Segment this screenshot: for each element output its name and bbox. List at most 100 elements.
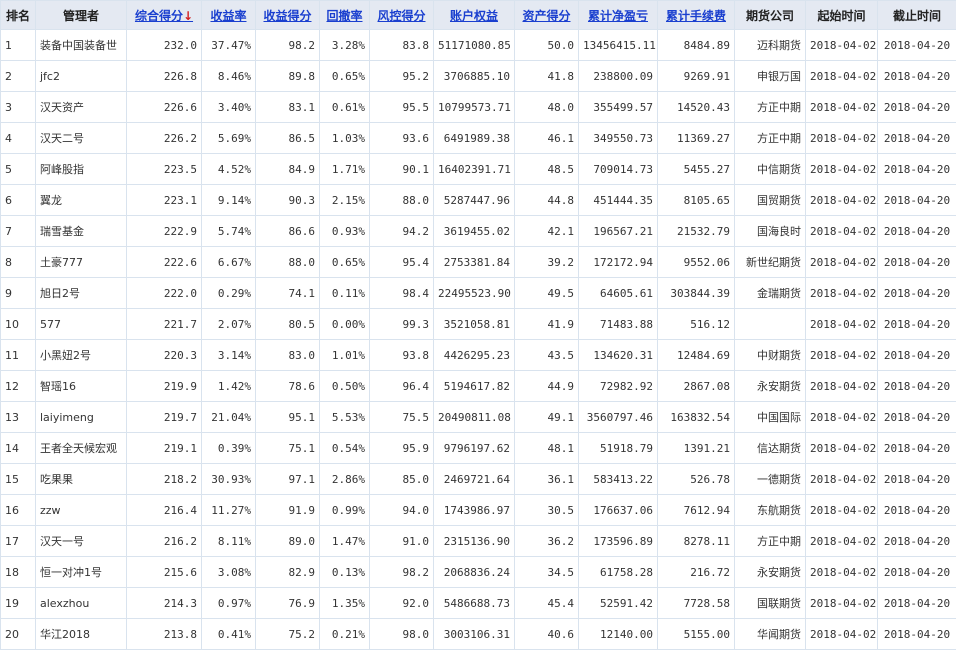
table-row[interactable]: 6翼龙223.19.14%90.32.15%88.05287447.9644.8… [1, 185, 956, 216]
cell-fees: 1391.21 [658, 433, 735, 464]
cell-end: 2018-04-20 [878, 619, 956, 650]
cell-equity: 3003106.31 [434, 619, 515, 650]
cell-start: 2018-04-02 [806, 309, 878, 340]
table-row[interactable]: 11小黑妞2号220.33.14%83.01.01%93.84426295.23… [1, 340, 956, 371]
cell-end: 2018-04-20 [878, 216, 956, 247]
cell-composite-score: 221.7 [127, 309, 202, 340]
cell-fees: 8278.11 [658, 526, 735, 557]
header-fees[interactable]: 累计手续费 [658, 1, 735, 30]
cell-composite-score: 219.1 [127, 433, 202, 464]
cell-net-profit: 51918.79 [579, 433, 658, 464]
header-rank: 排名 [1, 1, 36, 30]
table-row[interactable]: 16zzw216.411.27%91.90.99%94.01743986.973… [1, 495, 956, 526]
cell-asset-score: 36.1 [515, 464, 579, 495]
cell-yield-score: 74.1 [256, 278, 320, 309]
cell-manager: laiyimeng [36, 402, 127, 433]
cell-end: 2018-04-20 [878, 309, 956, 340]
table-row[interactable]: 2jfc2226.88.46%89.80.65%95.23706885.1041… [1, 61, 956, 92]
cell-yield-score: 86.6 [256, 216, 320, 247]
header-risk-score[interactable]: 风控得分 [370, 1, 434, 30]
cell-risk-score: 94.0 [370, 495, 434, 526]
cell-end: 2018-04-20 [878, 30, 956, 61]
cell-equity: 6491989.38 [434, 123, 515, 154]
table-row[interactable]: 9旭日2号222.00.29%74.10.11%98.422495523.904… [1, 278, 956, 309]
header-asset-score[interactable]: 资产得分 [515, 1, 579, 30]
cell-firm: 永安期货 [735, 371, 806, 402]
table-row[interactable]: 18恒一对冲1号215.63.08%82.90.13%98.22068836.2… [1, 557, 956, 588]
cell-equity: 22495523.90 [434, 278, 515, 309]
header-start: 起始时间 [806, 1, 878, 30]
header-net-profit[interactable]: 累计净盈亏 [579, 1, 658, 30]
cell-rank: 6 [1, 185, 36, 216]
cell-fees: 216.72 [658, 557, 735, 588]
table-row[interactable]: 7瑞雪基金222.95.74%86.60.93%94.23619455.0242… [1, 216, 956, 247]
cell-start: 2018-04-02 [806, 588, 878, 619]
table-row[interactable]: 1装备中国装备世232.037.47%98.23.28%83.851171080… [1, 30, 956, 61]
table-row[interactable]: 13laiyimeng219.721.04%95.15.53%75.520490… [1, 402, 956, 433]
cell-yield-score: 80.5 [256, 309, 320, 340]
table-row[interactable]: 4汉天二号226.25.69%86.51.03%93.66491989.3846… [1, 123, 956, 154]
cell-yield-rate: 2.07% [202, 309, 256, 340]
cell-drawdown: 1.03% [320, 123, 370, 154]
table-row[interactable]: 10577221.72.07%80.50.00%99.33521058.8141… [1, 309, 956, 340]
cell-drawdown: 0.50% [320, 371, 370, 402]
header-composite-score[interactable]: 综合得分↓ [127, 1, 202, 30]
ranking-table: 排名 管理者 综合得分↓ 收益率 收益得分 回撤率 风控得分 账户权益 资产得分… [0, 0, 956, 650]
cell-end: 2018-04-20 [878, 278, 956, 309]
cell-yield-rate: 3.40% [202, 92, 256, 123]
cell-rank: 20 [1, 619, 36, 650]
table-row[interactable]: 3汉天资产226.63.40%83.10.61%95.510799573.714… [1, 92, 956, 123]
header-equity[interactable]: 账户权益 [434, 1, 515, 30]
cell-yield-score: 84.9 [256, 154, 320, 185]
cell-drawdown: 1.47% [320, 526, 370, 557]
cell-yield-score: 75.2 [256, 619, 320, 650]
cell-yield-score: 86.5 [256, 123, 320, 154]
cell-asset-score: 48.1 [515, 433, 579, 464]
cell-fees: 7612.94 [658, 495, 735, 526]
cell-asset-score: 49.5 [515, 278, 579, 309]
cell-fees: 516.12 [658, 309, 735, 340]
table-row[interactable]: 5阿峰股指223.54.52%84.91.71%90.116402391.714… [1, 154, 956, 185]
cell-risk-score: 95.2 [370, 61, 434, 92]
cell-manager: alexzhou [36, 588, 127, 619]
cell-start: 2018-04-02 [806, 154, 878, 185]
cell-start: 2018-04-02 [806, 619, 878, 650]
cell-composite-score: 216.2 [127, 526, 202, 557]
table-row[interactable]: 19alexzhou214.30.97%76.91.35%92.05486688… [1, 588, 956, 619]
cell-manager: 577 [36, 309, 127, 340]
cell-end: 2018-04-20 [878, 557, 956, 588]
header-drawdown[interactable]: 回撤率 [320, 1, 370, 30]
cell-end: 2018-04-20 [878, 433, 956, 464]
cell-net-profit: 64605.61 [579, 278, 658, 309]
cell-fees: 5155.00 [658, 619, 735, 650]
cell-equity: 1743986.97 [434, 495, 515, 526]
header-yield-score[interactable]: 收益得分 [256, 1, 320, 30]
cell-risk-score: 83.8 [370, 30, 434, 61]
header-row: 排名 管理者 综合得分↓ 收益率 收益得分 回撤率 风控得分 账户权益 资产得分… [1, 1, 956, 30]
cell-firm: 方正中期 [735, 123, 806, 154]
cell-yield-score: 90.3 [256, 185, 320, 216]
cell-yield-score: 78.6 [256, 371, 320, 402]
cell-asset-score: 42.1 [515, 216, 579, 247]
table-row[interactable]: 20华江2018213.80.41%75.20.21%98.03003106.3… [1, 619, 956, 650]
cell-equity: 2753381.84 [434, 247, 515, 278]
header-yield-rate[interactable]: 收益率 [202, 1, 256, 30]
cell-composite-score: 223.1 [127, 185, 202, 216]
table-row[interactable]: 14王者全天候宏观219.10.39%75.10.54%95.99796197.… [1, 433, 956, 464]
table-row[interactable]: 12智瑶16219.91.42%78.60.50%96.45194617.824… [1, 371, 956, 402]
cell-equity: 4426295.23 [434, 340, 515, 371]
cell-manager: 吃果果 [36, 464, 127, 495]
cell-asset-score: 43.5 [515, 340, 579, 371]
cell-asset-score: 41.9 [515, 309, 579, 340]
cell-firm: 中财期货 [735, 340, 806, 371]
cell-yield-score: 76.9 [256, 588, 320, 619]
table-row[interactable]: 8土豪777222.66.67%88.00.65%95.42753381.843… [1, 247, 956, 278]
cell-drawdown: 0.21% [320, 619, 370, 650]
cell-firm: 方正中期 [735, 92, 806, 123]
cell-end: 2018-04-20 [878, 185, 956, 216]
table-row[interactable]: 17汉天一号216.28.11%89.01.47%91.02315136.903… [1, 526, 956, 557]
cell-drawdown: 2.15% [320, 185, 370, 216]
table-row[interactable]: 15吃果果218.230.93%97.12.86%85.02469721.643… [1, 464, 956, 495]
cell-start: 2018-04-02 [806, 495, 878, 526]
cell-fees: 303844.39 [658, 278, 735, 309]
